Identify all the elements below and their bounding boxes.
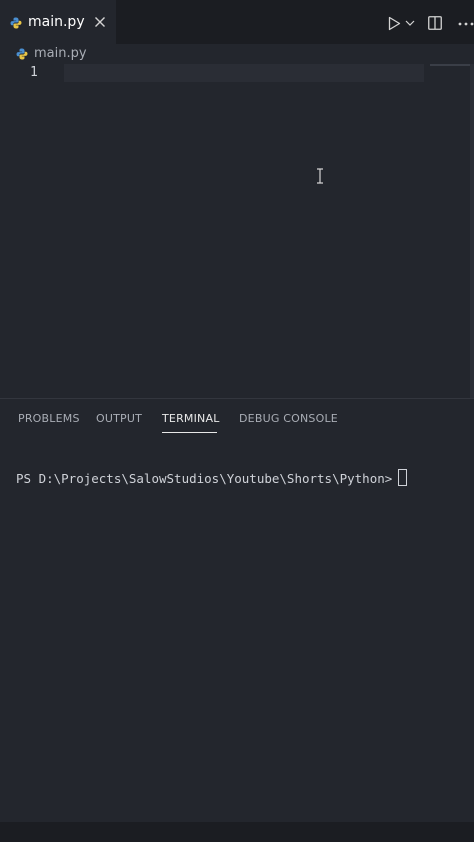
split-editor-icon[interactable] xyxy=(428,16,442,30)
chevron-down-icon[interactable] xyxy=(405,20,415,26)
bottom-panel: PROBLEMS OUTPUT TERMINAL DEBUG CONSOLE P… xyxy=(0,398,474,823)
close-icon[interactable] xyxy=(94,16,106,28)
editor-scrollbar[interactable] xyxy=(470,64,474,398)
breadcrumb: main.py xyxy=(0,44,474,64)
tab-label: main.py xyxy=(28,14,85,30)
terminal-output[interactable]: PS D:\Projects\SalowStudios\Youtube\Shor… xyxy=(16,469,408,486)
text-cursor-icon xyxy=(317,168,323,184)
code-editor[interactable]: 1 xyxy=(0,64,474,398)
tab-debug-console[interactable]: DEBUG CONSOLE xyxy=(239,412,338,425)
tab-output[interactable]: OUTPUT xyxy=(96,412,142,425)
vscode-window: main.py main.py 1 PROBLEMS OUTPUT TERMIN… xyxy=(0,0,474,842)
play-icon[interactable] xyxy=(388,16,401,31)
line-number: 1 xyxy=(30,65,38,80)
tab-problems[interactable]: PROBLEMS xyxy=(18,412,80,425)
python-icon xyxy=(16,48,28,60)
more-actions-icon[interactable] xyxy=(458,22,474,26)
terminal-prompt: PS D:\Projects\SalowStudios\Youtube\Shor… xyxy=(16,471,393,486)
breadcrumb-file[interactable]: main.py xyxy=(34,46,87,61)
active-tab-indicator xyxy=(162,432,217,433)
status-bar xyxy=(0,822,474,842)
terminal-cursor xyxy=(398,469,408,486)
tab-main-py[interactable]: main.py xyxy=(0,0,116,44)
python-icon xyxy=(10,17,22,29)
editor-tab-bar: main.py xyxy=(0,0,474,44)
overview-ruler xyxy=(430,64,474,66)
current-line-highlight xyxy=(64,64,424,82)
tab-terminal[interactable]: TERMINAL xyxy=(162,412,220,425)
